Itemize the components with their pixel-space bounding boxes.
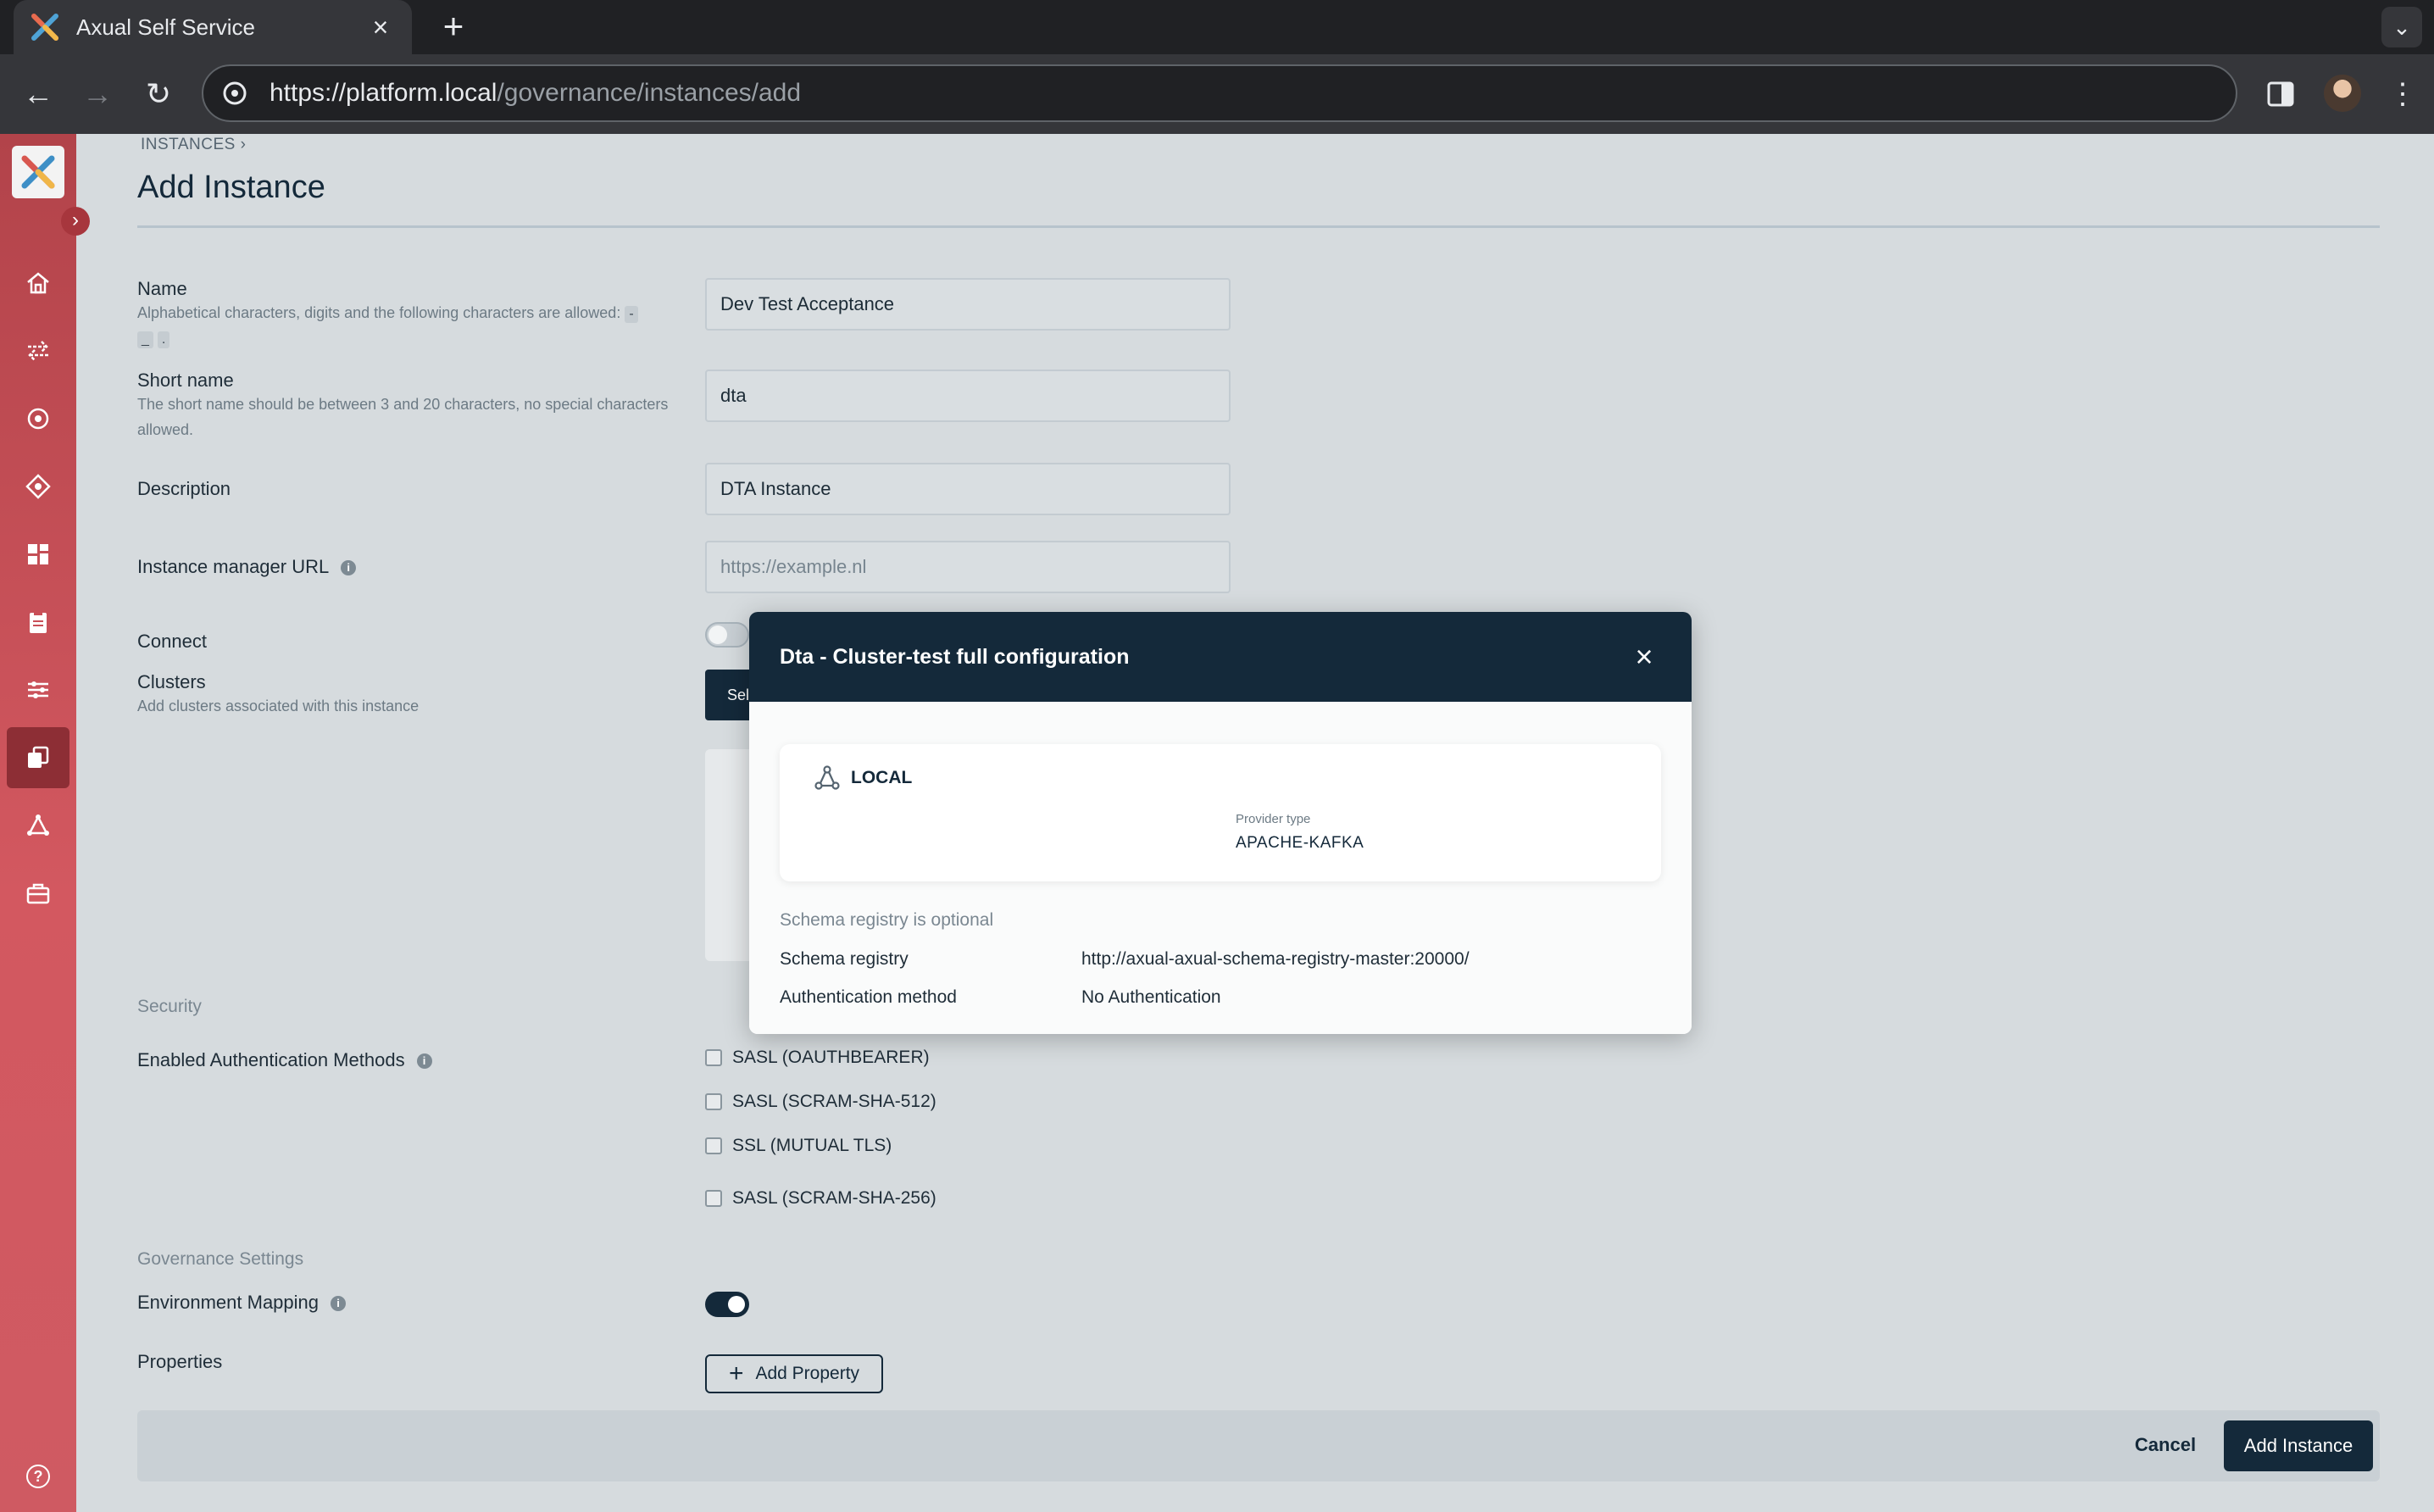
provider-type-value: APACHE-KAFKA (1236, 834, 1364, 852)
info-icon[interactable]: i (331, 1296, 347, 1312)
side-panel-icon[interactable] (2266, 80, 2295, 108)
info-icon[interactable]: i (416, 1053, 432, 1070)
connect-toggle[interactable] (705, 622, 749, 648)
instance-manager-url-input[interactable] (705, 541, 1231, 593)
short-name-label: Short name (137, 370, 234, 391)
form-footer (137, 1410, 2380, 1481)
checkbox[interactable] (705, 1190, 722, 1207)
diamond-icon[interactable] (0, 456, 76, 517)
divider (137, 225, 2380, 228)
modal-header: Dta - Cluster-test full configuration × (749, 612, 1692, 702)
auth-methods-label: Enabled Authentication Methods i (137, 1049, 432, 1071)
allowed-char-chip: _ (137, 331, 153, 348)
allowed-char-chip: . (157, 331, 170, 348)
chevron-right-icon: › (240, 136, 247, 153)
select-cluster-button[interactable]: Sel (705, 670, 756, 720)
auth-method-scram-512[interactable]: SASL (SCRAM-SHA-512) (705, 1092, 936, 1112)
clusters-label: Clusters (137, 671, 206, 692)
security-section-title: Security (137, 997, 202, 1016)
auth-method-value: No Authentication (1081, 987, 1221, 1007)
modal-body: LOCAL Provider type APACHE-KAFKA Schema … (749, 702, 1692, 1034)
schema-registry-label: Schema registry (780, 949, 909, 969)
toolbox-icon[interactable] (0, 863, 76, 924)
target-icon[interactable] (0, 388, 76, 449)
add-instance-button[interactable]: Add Instance (2224, 1420, 2373, 1471)
home-icon[interactable] (0, 253, 76, 314)
cluster-icon[interactable] (0, 795, 76, 856)
connect-label: Connect (137, 631, 207, 652)
clipboard-icon[interactable] (0, 592, 76, 653)
modal-title: Dta - Cluster-test full configuration (780, 644, 1130, 669)
dashboard-icon[interactable] (0, 524, 76, 585)
schema-registry-note: Schema registry is optional (780, 910, 994, 930)
governance-section-title: Governance Settings (137, 1249, 304, 1269)
name-help: Alphabetical characters, digits and the … (137, 300, 680, 351)
profile-avatar[interactable] (2324, 75, 2361, 112)
short-name-input[interactable] (705, 370, 1231, 422)
plus-icon: + (728, 1359, 744, 1387)
cluster-card[interactable] (705, 749, 756, 961)
axual-logo-icon (31, 14, 58, 41)
instances-icon[interactable] (7, 727, 69, 788)
clusters-help: Add clusters associated with this instan… (137, 698, 420, 714)
sidebar: ? (0, 134, 76, 1512)
tab-close-icon[interactable]: × (366, 12, 395, 43)
name-input[interactable] (705, 278, 1231, 331)
site-info-icon[interactable] (222, 81, 247, 106)
auth-method-scram-256[interactable]: SASL (SCRAM-SHA-256) (705, 1188, 936, 1209)
browser-menu-icon[interactable]: ⋮ (2381, 73, 2424, 115)
info-icon[interactable]: i (341, 560, 357, 576)
auth-method-mutual-tls[interactable]: SSL (MUTUAL TLS) (705, 1136, 892, 1156)
provider-card: LOCAL Provider type APACHE-KAFKA (780, 744, 1661, 881)
environment-mapping-toggle[interactable] (705, 1292, 749, 1317)
streams-icon[interactable] (0, 320, 76, 381)
browser-toolbar: ← → ↻ https://platform.local/governance/… (0, 54, 2434, 134)
description-input[interactable] (705, 463, 1231, 515)
description-label: Description (137, 478, 231, 499)
instance-manager-url-label: Instance manager URL i (137, 556, 357, 578)
schema-registry-value: http://axual-axual-schema-registry-maste… (1081, 949, 1470, 969)
properties-label: Properties (137, 1351, 223, 1372)
add-property-button[interactable]: + Add Property (705, 1354, 883, 1393)
sliders-icon[interactable] (0, 659, 76, 720)
cluster-config-modal: Dta - Cluster-test full configuration × … (749, 612, 1692, 1034)
cluster-icon (814, 765, 840, 790)
forward-icon[interactable]: → (76, 73, 119, 115)
address-bar[interactable]: https://platform.local/governance/instan… (202, 64, 2237, 122)
name-label: Name (137, 278, 187, 299)
provider-name: LOCAL (814, 764, 912, 792)
auth-method-label: Authentication method (780, 987, 957, 1007)
cancel-button[interactable]: Cancel (2119, 1424, 2212, 1466)
browser-tab-bar: Axual Self Service × + ⌄ (0, 0, 2434, 54)
checkbox[interactable] (705, 1093, 722, 1110)
checkbox[interactable] (705, 1049, 722, 1066)
url-text: https://platform.local/governance/instan… (270, 79, 802, 107)
axual-logo-icon[interactable] (12, 146, 64, 198)
new-tab-icon[interactable]: + (432, 5, 475, 47)
browser-tab[interactable]: Axual Self Service × (14, 0, 412, 54)
reload-icon[interactable]: ↻ (137, 73, 180, 115)
help-icon[interactable]: ? (26, 1465, 50, 1488)
tab-title: Axual Self Service (76, 14, 255, 40)
page-title: Add Instance (137, 170, 325, 205)
auth-method-oauthbearer[interactable]: SASL (OAUTHBEARER) (705, 1048, 930, 1068)
allowed-char-chip: - (625, 306, 638, 323)
breadcrumb[interactable]: INSTANCES › (141, 136, 246, 154)
environment-mapping-label: Environment Mapping i (137, 1292, 347, 1314)
short-name-help: The short name should be between 3 and 2… (137, 396, 669, 438)
back-icon[interactable]: ← (17, 73, 59, 115)
chevron-right-icon[interactable]: › (61, 207, 90, 236)
close-icon[interactable]: × (1627, 639, 1661, 675)
provider-type-label: Provider type (1236, 812, 1311, 826)
tab-search-icon[interactable]: ⌄ (2381, 7, 2422, 47)
checkbox[interactable] (705, 1137, 722, 1154)
